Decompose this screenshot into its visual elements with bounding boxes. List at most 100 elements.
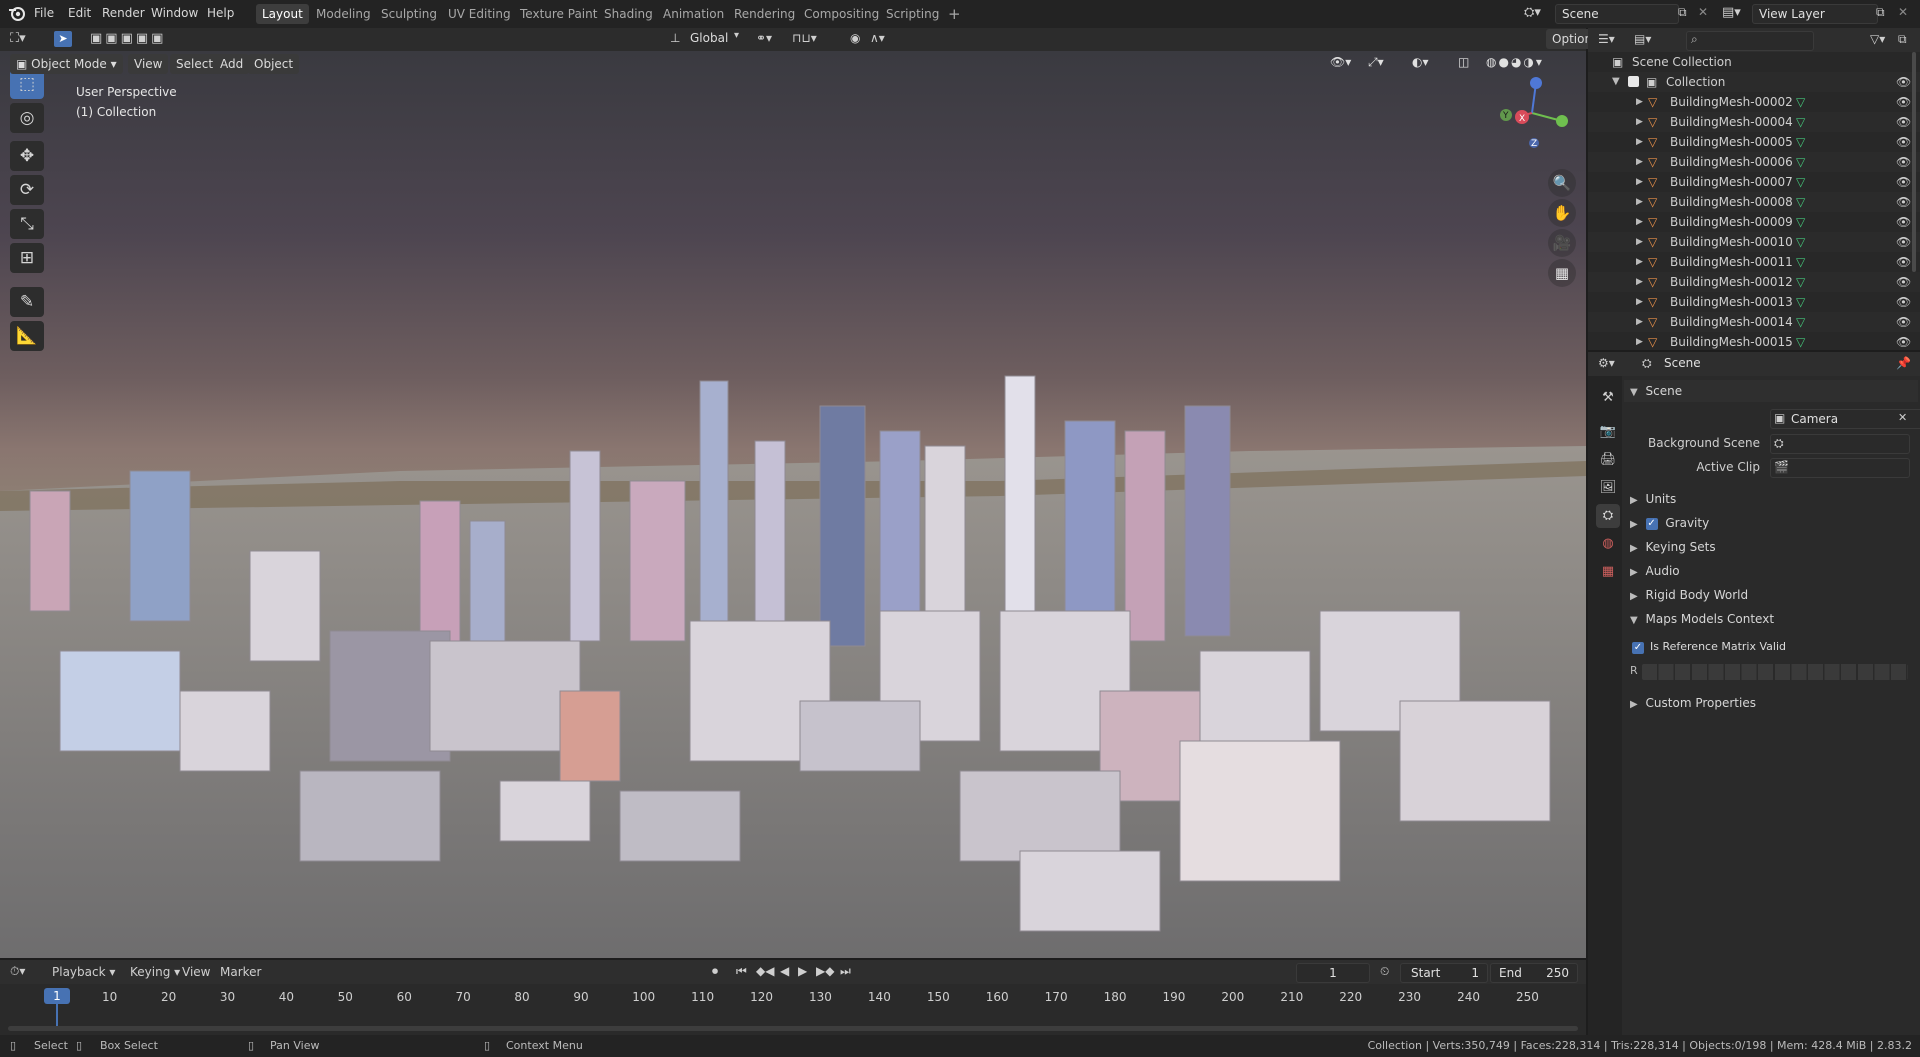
pivot-point-icon[interactable]: ⚭▾ bbox=[756, 31, 772, 45]
expand-arrow-icon[interactable]: ▶ bbox=[1636, 332, 1643, 352]
outliner-search-input[interactable] bbox=[1686, 31, 1814, 51]
mesh-data-icon[interactable]: ▽ bbox=[1796, 112, 1805, 132]
expand-arrow-icon[interactable]: ▼ bbox=[1612, 72, 1620, 92]
eye-icon[interactable]: 👁 bbox=[1896, 112, 1911, 132]
mesh-data-icon[interactable]: ▽ bbox=[1796, 292, 1805, 312]
playhead-frame-indicator[interactable]: 1 bbox=[44, 988, 70, 1004]
filter-icon[interactable]: ▽▾ bbox=[1870, 32, 1885, 46]
cursor-tool-icon[interactable]: ◎ bbox=[10, 103, 44, 133]
annotate-tool-icon[interactable]: ✎ bbox=[10, 287, 44, 317]
view-layer-selector-icon[interactable]: ▤▾ bbox=[1722, 5, 1741, 20]
viewport-menu-object[interactable]: Object bbox=[248, 54, 300, 74]
blender-logo-icon[interactable] bbox=[8, 4, 28, 24]
mesh-data-icon[interactable]: ▽ bbox=[1796, 172, 1805, 192]
expand-arrow-icon[interactable]: ▶ bbox=[1636, 172, 1643, 192]
transform-tool-icon[interactable]: ⊞ bbox=[10, 243, 44, 273]
playhead-line[interactable] bbox=[56, 1004, 58, 1026]
move-tool-icon[interactable]: ✥ bbox=[10, 141, 44, 171]
new-collection-icon[interactable]: ⧉ bbox=[1898, 32, 1907, 47]
new-view-layer-icon[interactable]: ⧉ bbox=[1876, 5, 1885, 20]
outliner-collection-row[interactable]: ▼ ▣ Collection 👁 bbox=[1588, 72, 1920, 92]
scene-panel-header[interactable]: ▼ Scene bbox=[1624, 380, 1918, 402]
falloff-icon[interactable]: ∧▾ bbox=[870, 31, 885, 45]
expand-arrow-icon[interactable]: ▶ bbox=[1636, 272, 1643, 292]
mesh-data-icon[interactable]: ▽ bbox=[1796, 232, 1805, 252]
rotate-tool-icon[interactable]: ⟳ bbox=[10, 175, 44, 205]
zoom-icon[interactable]: 🔍 bbox=[1548, 169, 1576, 197]
outliner-item[interactable]: ▶ ▽ BuildingMesh-00014 ▽ 👁 bbox=[1588, 312, 1920, 332]
expand-arrow-icon[interactable]: ▶ bbox=[1636, 132, 1643, 152]
tab-shading[interactable]: Shading bbox=[598, 4, 659, 24]
expand-arrow-icon[interactable]: ▶ bbox=[1636, 292, 1643, 312]
measure-tool-icon[interactable]: 📐 bbox=[10, 321, 44, 351]
units-panel-header[interactable]: ▶ Units bbox=[1624, 488, 1918, 510]
expand-arrow-icon[interactable]: ▶ bbox=[1636, 192, 1643, 212]
mesh-data-icon[interactable]: ▽ bbox=[1796, 252, 1805, 272]
mesh-data-icon[interactable]: ▽ bbox=[1796, 332, 1805, 352]
matrix-row-fields[interactable] bbox=[1642, 664, 1908, 680]
outliner-editor-type-icon[interactable]: ☰▾ bbox=[1598, 32, 1615, 46]
snap-icon[interactable]: ⊓⊔▾ bbox=[792, 31, 817, 45]
eye-icon[interactable]: 👁 bbox=[1896, 312, 1911, 332]
scene-name-field[interactable]: Scene bbox=[1555, 4, 1679, 24]
eye-icon[interactable]: 👁 bbox=[1896, 172, 1911, 192]
mode-dropdown[interactable]: ▣ Object Mode ▾ bbox=[10, 54, 123, 74]
eye-icon[interactable]: 👁 bbox=[1896, 132, 1911, 152]
eye-icon[interactable]: 👁 bbox=[1896, 192, 1911, 212]
delete-view-layer-icon[interactable]: ✕ bbox=[1898, 5, 1908, 19]
outliner-item[interactable]: ▶ ▽ BuildingMesh-00010 ▽ 👁 bbox=[1588, 232, 1920, 252]
tab-uv-editing[interactable]: UV Editing bbox=[442, 4, 517, 24]
eye-icon[interactable]: 👁 bbox=[1896, 212, 1911, 232]
outliner-item[interactable]: ▶ ▽ BuildingMesh-00011 ▽ 👁 bbox=[1588, 252, 1920, 272]
proportional-edit-icon[interactable]: ◉ bbox=[850, 31, 860, 45]
transform-orientation-icon[interactable]: ⊥ bbox=[670, 31, 680, 45]
tab-modeling[interactable]: Modeling bbox=[310, 4, 377, 24]
expand-arrow-icon[interactable]: ▶ bbox=[1636, 112, 1643, 132]
scene-selector-icon[interactable]: ⛭▾ bbox=[1524, 5, 1541, 20]
eye-icon[interactable]: 👁 bbox=[1896, 72, 1911, 92]
outliner-item[interactable]: ▶ ▽ BuildingMesh-00012 ▽ 👁 bbox=[1588, 272, 1920, 292]
texture-tab-icon[interactable]: ▦ bbox=[1596, 560, 1620, 584]
mesh-data-icon[interactable]: ▽ bbox=[1796, 152, 1805, 172]
outliner-item[interactable]: ▶ ▽ BuildingMesh-00008 ▽ 👁 bbox=[1588, 192, 1920, 212]
expand-arrow-icon[interactable]: ▶ bbox=[1636, 232, 1643, 252]
menu-edit[interactable]: Edit bbox=[68, 6, 91, 20]
grid-toggle-icon[interactable]: ▦ bbox=[1548, 259, 1576, 287]
eye-icon[interactable]: 👁 bbox=[1896, 92, 1911, 112]
tool-tab-icon[interactable]: ⚒ bbox=[1596, 386, 1620, 410]
tab-texture-paint[interactable]: Texture Paint bbox=[514, 4, 603, 24]
mesh-data-icon[interactable]: ▽ bbox=[1796, 312, 1805, 332]
editor-type-icon[interactable]: ⛶▾ bbox=[10, 31, 26, 46]
outliner-item[interactable]: ▶ ▽ BuildingMesh-00007 ▽ 👁 bbox=[1588, 172, 1920, 192]
pan-hand-icon[interactable]: ✋ bbox=[1548, 199, 1576, 227]
pin-icon[interactable]: 📌 bbox=[1896, 356, 1911, 370]
delete-scene-icon[interactable]: ✕ bbox=[1698, 5, 1708, 19]
viewport-menu-view[interactable]: View bbox=[128, 54, 169, 74]
scale-tool-icon[interactable]: ⤡ bbox=[10, 209, 44, 239]
mesh-data-icon[interactable]: ▽ bbox=[1796, 272, 1805, 292]
selection-mode-icons[interactable]: ▣▣▣▣▣ bbox=[90, 31, 166, 46]
clear-camera-icon[interactable]: ✕ bbox=[1898, 411, 1907, 424]
eye-icon[interactable]: 👁 bbox=[1896, 232, 1911, 252]
camera-view-icon[interactable]: 🎥 bbox=[1548, 229, 1576, 257]
tab-scripting[interactable]: Scripting bbox=[880, 4, 945, 24]
expand-arrow-icon[interactable]: ▶ bbox=[1636, 92, 1643, 112]
outliner-item[interactable]: ▶ ▽ BuildingMesh-00005 ▽ 👁 bbox=[1588, 132, 1920, 152]
mesh-data-icon[interactable]: ▽ bbox=[1796, 212, 1805, 232]
eye-icon[interactable]: 👁 bbox=[1896, 272, 1911, 292]
menu-render[interactable]: Render bbox=[102, 6, 145, 20]
expand-arrow-icon[interactable]: ▶ bbox=[1636, 252, 1643, 272]
viewport-menu-select[interactable]: Select bbox=[170, 54, 220, 74]
outliner-item[interactable]: ▶ ▽ BuildingMesh-00004 ▽ 👁 bbox=[1588, 112, 1920, 132]
output-tab-icon[interactable]: 🖨 bbox=[1596, 448, 1620, 472]
eye-icon[interactable]: 👁 bbox=[1896, 292, 1911, 312]
maps-models-context-panel-header[interactable]: ▼ Maps Models Context bbox=[1624, 608, 1918, 630]
mesh-data-icon[interactable]: ▽ bbox=[1796, 132, 1805, 152]
gravity-panel-header[interactable]: ▶ ✓ Gravity bbox=[1624, 512, 1918, 534]
eye-icon[interactable]: 👁 bbox=[1896, 332, 1911, 352]
menu-file[interactable]: File bbox=[34, 6, 54, 20]
custom-properties-panel-header[interactable]: ▶ Custom Properties bbox=[1624, 692, 1918, 714]
rigid-body-world-panel-header[interactable]: ▶ Rigid Body World bbox=[1624, 584, 1918, 606]
navigation-gizmo[interactable]: X Y Z bbox=[1492, 73, 1572, 153]
view-layer-tab-icon[interactable]: 🖼 bbox=[1596, 476, 1620, 500]
